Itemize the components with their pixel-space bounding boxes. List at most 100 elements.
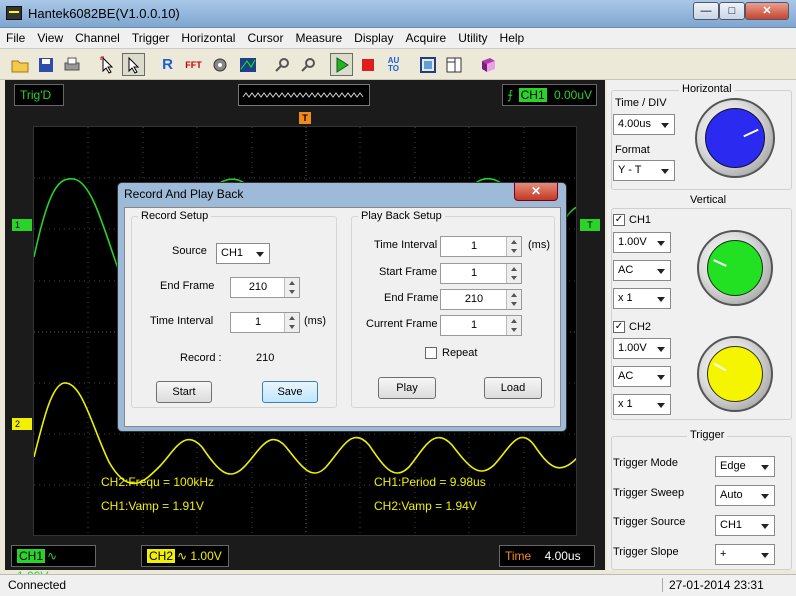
ch1-enable-checkbox[interactable]: ✓ <box>613 214 625 226</box>
panel-layout-icon[interactable] <box>442 53 465 76</box>
menu-acquire[interactable]: Acquire <box>400 28 453 45</box>
trigger-mode-label: Trigger Mode <box>613 457 679 469</box>
spinner-arrows-icon[interactable] <box>506 316 521 335</box>
repeat-checkbox[interactable] <box>425 347 437 359</box>
ch1-vamp-measure: CH1:Vamp = 1.91V <box>101 499 204 513</box>
menu-channel[interactable]: Channel <box>69 28 126 45</box>
playback-time-interval-spinner[interactable]: 1 <box>440 236 522 257</box>
record-save-button[interactable]: Save <box>262 381 318 403</box>
zoom-out-icon[interactable] <box>296 53 319 76</box>
ch2-scale-display: CH2 ∿ 1.00V <box>141 545 229 567</box>
ch2-level-marker[interactable]: 2 <box>12 418 32 430</box>
dialog-body: Record Setup Source CH1 End Frame 210 Ti… <box>124 207 561 427</box>
ch1-probe-select[interactable]: x 1 <box>613 288 671 309</box>
minimize-button[interactable]: — <box>693 2 719 20</box>
format-select[interactable]: Y - T <box>613 160 675 181</box>
record-time-interval-label: Time Interval <box>150 315 214 327</box>
spinner-arrows-icon[interactable] <box>506 290 521 309</box>
start-frame-label: Start Frame <box>379 266 438 278</box>
ch2-scale-value: 1.00V <box>190 549 222 563</box>
r-icon[interactable]: R <box>156 53 179 76</box>
menu-display[interactable]: Display <box>348 28 399 45</box>
run-play-icon[interactable] <box>330 53 353 76</box>
save-disk-icon[interactable] <box>34 53 57 76</box>
print-icon[interactable] <box>60 53 83 76</box>
timebase-position-bar[interactable] <box>238 84 370 106</box>
spinner-arrows-icon[interactable] <box>284 278 299 297</box>
ch2-vamp-measure: CH2:Vamp = 1.94V <box>374 499 477 513</box>
play-button[interactable]: Play <box>378 377 436 399</box>
ch2-coupling-select[interactable]: AC <box>613 366 671 387</box>
fft-icon[interactable]: FFT <box>182 53 205 76</box>
record-time-interval-value: 1 <box>254 316 262 328</box>
open-folder-icon[interactable] <box>8 53 31 76</box>
select-arrow-icon[interactable] <box>122 53 145 76</box>
trigger-mode-select[interactable]: Edge <box>715 456 775 477</box>
zoom-in-icon[interactable] <box>270 53 293 76</box>
trigger-sweep-label: Trigger Sweep <box>613 487 685 499</box>
stop-icon[interactable] <box>356 53 379 76</box>
menu-file[interactable]: File <box>0 28 31 45</box>
spinner-arrows-icon[interactable] <box>284 313 299 332</box>
ch2-label: CH2 <box>629 321 652 333</box>
record-start-button[interactable]: Start <box>156 381 212 403</box>
dialog-close-button[interactable]: ✕ <box>514 183 558 201</box>
current-frame-spinner[interactable]: 1 <box>440 315 522 336</box>
menu-trigger[interactable]: Trigger <box>126 28 176 45</box>
record-time-interval-spinner[interactable]: 1 <box>230 312 300 333</box>
auto-icon[interactable]: AU TO <box>382 53 405 76</box>
ch1-level-marker[interactable]: 1 <box>12 219 32 231</box>
trigger-level-display: ⨍ CH1 0.00uV <box>502 84 597 106</box>
ch2-volt-select[interactable]: 1.00V <box>613 338 671 359</box>
title-bar: Hantek6082BE(V1.0.0.10) — □ ✕ <box>0 0 796 28</box>
timebase-display: Time 4.00us <box>499 545 595 567</box>
horizontal-title: Horizontal <box>679 83 735 95</box>
record-source-select[interactable]: CH1 <box>216 243 270 264</box>
playback-setup-title: Play Back Setup <box>358 210 445 222</box>
spinner-arrows-icon[interactable] <box>506 237 521 256</box>
ch1-volt-select[interactable]: 1.00V <box>613 232 671 253</box>
load-button[interactable]: Load <box>484 377 542 399</box>
ch1-volt-knob[interactable] <box>697 230 773 306</box>
menu-cursor[interactable]: Cursor <box>241 28 289 45</box>
ch2-volt-knob[interactable] <box>697 336 773 412</box>
menu-help[interactable]: Help <box>494 28 531 45</box>
menu-view[interactable]: View <box>31 28 69 45</box>
ch2-probe-select[interactable]: x 1 <box>613 394 671 415</box>
trigger-level-marker[interactable]: T <box>580 219 600 231</box>
trigger-sweep-select[interactable]: Auto <box>715 485 775 506</box>
time-div-select[interactable]: 4.00us <box>613 114 675 135</box>
playback-end-frame-spinner[interactable]: 210 <box>440 289 522 310</box>
scope-status-bar: CH1∿ 1.00V CH2∿ 1.00V Time 4.00us <box>5 544 605 583</box>
ch1-period-measure: CH1:Period = 9.98us <box>374 475 486 489</box>
ch1-scale-display: CH1∿ 1.00V <box>11 545 96 583</box>
record-end-frame-spinner[interactable]: 210 <box>230 277 300 298</box>
maximize-button[interactable]: □ <box>719 2 745 20</box>
ch2-enable-checkbox[interactable]: ✓ <box>613 321 625 333</box>
close-button[interactable]: ✕ <box>745 2 789 20</box>
time-div-label: Time / DIV <box>615 97 667 109</box>
trigger-slope-select[interactable]: + <box>715 544 775 565</box>
record-end-frame-label: End Frame <box>160 280 215 292</box>
record-count-label: Record : <box>180 352 222 364</box>
time-label: Time <box>505 549 532 563</box>
menu-measure[interactable]: Measure <box>289 28 348 45</box>
fit-screen-icon[interactable] <box>416 53 439 76</box>
waveform-icon[interactable] <box>236 53 259 76</box>
playback-end-frame-label: End Frame <box>384 292 439 304</box>
horizontal-knob[interactable] <box>695 98 775 178</box>
menu-utility[interactable]: Utility <box>452 28 493 45</box>
ch1-coupling-select[interactable]: AC <box>613 260 671 281</box>
record-playback-dialog: Record And Play Back ✕ Record Setup Sour… <box>117 182 567 432</box>
spinner-arrows-icon[interactable] <box>506 264 521 283</box>
pointer-cursor-icon[interactable] <box>96 53 119 76</box>
settings-wheel-icon[interactable] <box>208 53 231 76</box>
record-time-unit: (ms) <box>304 315 326 327</box>
current-frame-value: 1 <box>470 319 478 331</box>
start-frame-spinner[interactable]: 1 <box>440 263 522 284</box>
trigger-source-select[interactable]: CH1 <box>715 515 775 536</box>
trigger-position-marker[interactable]: T <box>299 112 311 124</box>
help-book-icon[interactable] <box>476 53 499 76</box>
menu-horizontal[interactable]: Horizontal <box>175 28 241 45</box>
datetime-status: 27-01-2014 23:31 <box>662 578 764 592</box>
